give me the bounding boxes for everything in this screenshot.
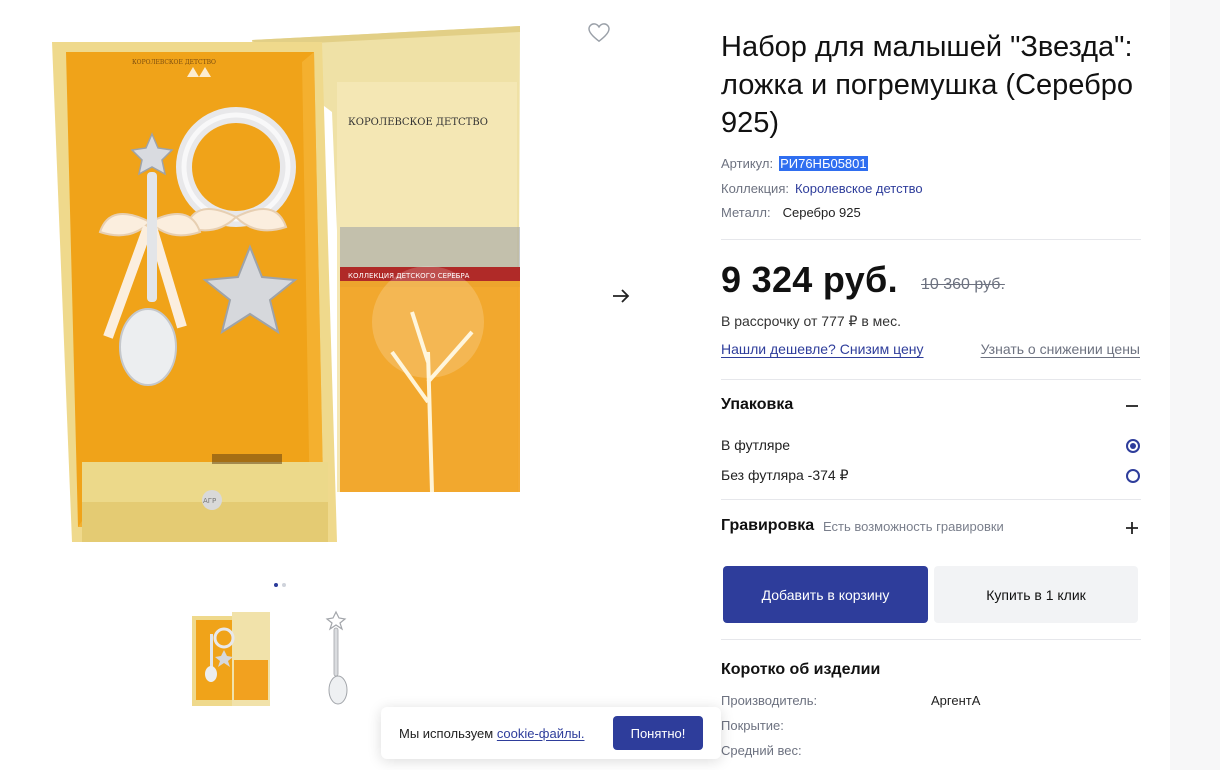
page-edge (1170, 0, 1220, 770)
packaging-option-no-case: Без футляра -374 ₽ (721, 467, 849, 483)
divider (721, 639, 1141, 640)
gallery-dot[interactable] (274, 583, 278, 587)
cookie-banner: Мы используем cookie-файлы. Понятно! (381, 707, 721, 759)
product-title: Набор для малышей "Звезда": ложка и погр… (721, 31, 1133, 139)
article-label: Артикул: (721, 156, 774, 171)
brief-title: Коротко об изделии (721, 661, 881, 678)
cookie-message: Мы используем (399, 726, 494, 741)
article-row: Артикул: РИ76НБ05801 (721, 156, 868, 171)
divider (721, 379, 1141, 380)
collection-row: Коллекция: Королевское детство (721, 181, 923, 196)
engraving-title[interactable]: Гравировка (721, 517, 814, 535)
heart-icon (588, 23, 610, 43)
packaging-radio-no-case[interactable] (1126, 469, 1140, 483)
engraving-subtitle: Есть возможность гравировки (823, 519, 1004, 534)
svg-text:КОРОЛЕВСКОЕ ДЕТСТВО: КОРОЛЕВСКОЕ ДЕТСТВО (132, 59, 216, 66)
cookie-text: Мы используем cookie-файлы. (399, 726, 585, 741)
spec-label-manufacturer: Производитель: (721, 693, 818, 708)
packaging-collapse-button[interactable] (1124, 398, 1140, 414)
cookie-accept-button[interactable]: Понятно! (613, 716, 703, 750)
gallery-dots (274, 583, 286, 587)
collection-label: Коллекция: (721, 181, 789, 196)
found-cheaper-link[interactable]: Нашли дешевле? Снизим цену (721, 341, 924, 357)
favorite-button[interactable] (586, 20, 612, 46)
metal-value: Серебро 925 (782, 205, 861, 220)
svg-text:АГР: АГР (203, 497, 216, 505)
svg-text:КОРОЛЕВСКОЕ ДЕТСТВО: КОРОЛЕВСКОЕ ДЕТСТВО (348, 117, 488, 128)
packaging-title[interactable]: Упаковка (721, 396, 793, 414)
next-image-button[interactable] (608, 283, 634, 309)
divider (721, 239, 1141, 240)
price-drop-notify-link[interactable]: Узнать о снижении цены (981, 341, 1140, 357)
product-info-panel: Набор для малышей "Звезда": ложка и погр… (690, 0, 1170, 770)
old-price: 10 360 руб. (921, 276, 1005, 293)
collection-link[interactable]: Королевское детство (795, 181, 923, 196)
main-product-image[interactable]: КОЛЛЕКЦИЯ ДЕТСКОГО СЕРЕБРА КОРОЛЕВСКОЕ Д… (52, 22, 542, 582)
metal-row: Металл: Серебро 925 (721, 205, 861, 220)
packaging-option-case: В футляре (721, 437, 791, 453)
current-price: 9 324 руб. (721, 259, 898, 300)
gallery-dot[interactable] (282, 583, 286, 587)
metal-label: Металл: (721, 205, 771, 220)
thumbnail-box-set[interactable] (192, 610, 272, 710)
engraving-expand-button[interactable] (1124, 520, 1140, 536)
add-to-cart-button[interactable]: Добавить в корзину (723, 566, 928, 623)
plus-icon (1126, 522, 1138, 534)
cookie-policy-link[interactable]: cookie-файлы. (497, 726, 585, 741)
thumbnail-spoon[interactable] (300, 610, 380, 710)
divider (721, 499, 1141, 500)
buy-one-click-button[interactable]: Купить в 1 клик (934, 566, 1138, 623)
minus-icon (1126, 405, 1138, 407)
spec-label-coating: Покрытие: (721, 718, 784, 733)
arrow-right-icon (613, 289, 630, 303)
article-value[interactable]: РИ76НБ05801 (779, 156, 868, 171)
packaging-radio-case[interactable] (1126, 439, 1140, 453)
product-gallery: КОЛЛЕКЦИЯ ДЕТСКОГО СЕРЕБРА КОРОЛЕВСКОЕ Д… (0, 0, 690, 770)
spec-value-manufacturer: АргентА (931, 693, 981, 708)
spec-label-weight: Средний вес: (721, 743, 802, 758)
installment-text: В рассрочку от 777 ₽ в мес. (721, 313, 901, 329)
